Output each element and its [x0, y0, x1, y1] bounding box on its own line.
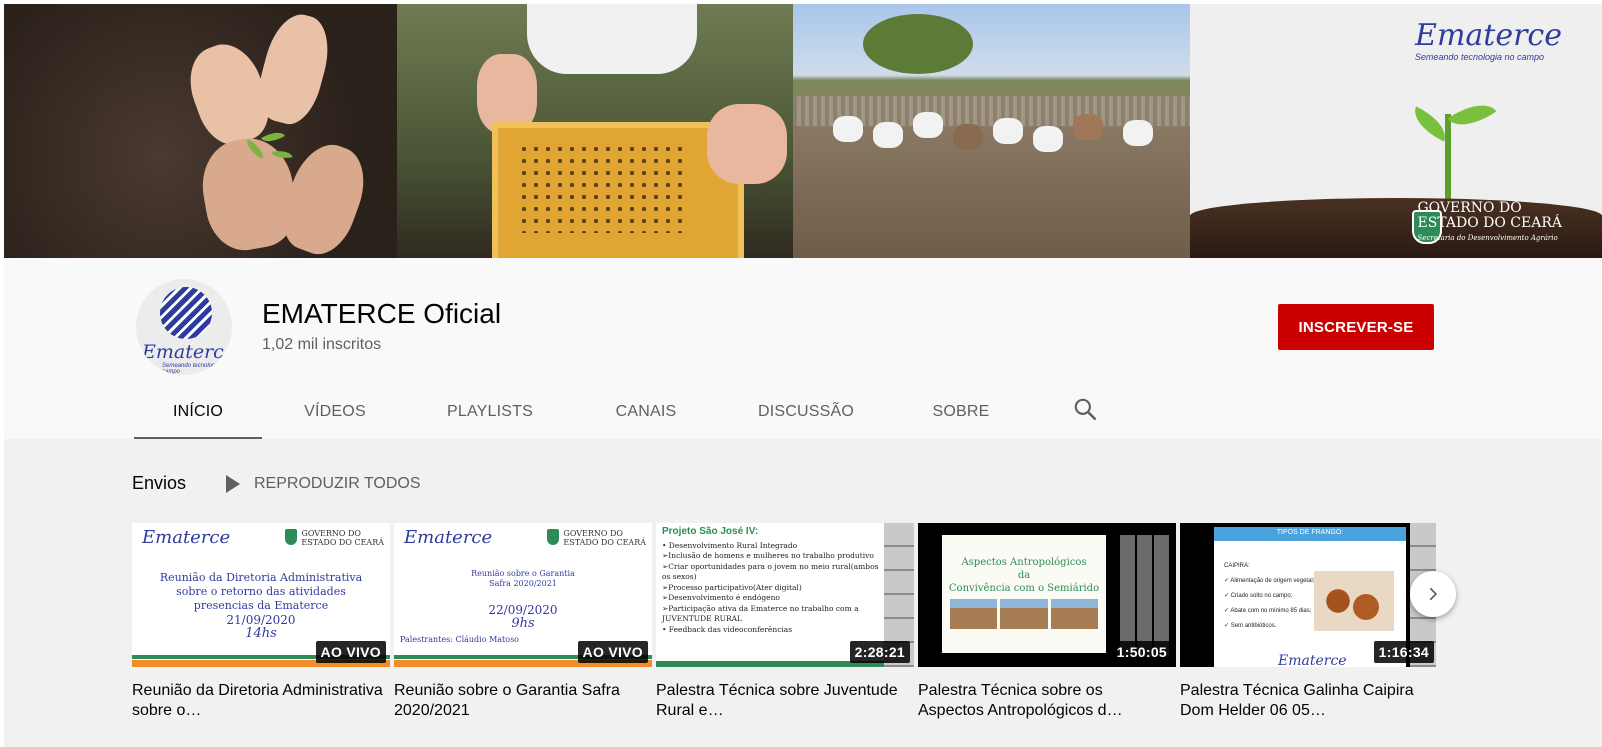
tab-canais[interactable]: CANAIS [572, 384, 720, 440]
video-card[interactable]: Ematerce GOVERNO DO ESTADO DO CEARÁ Reuni… [394, 523, 652, 721]
duration-badge: 1:16:34 [1373, 641, 1434, 663]
video-thumbnail[interactable]: TIPOS DE FRANGO: CAIPIRA: ✓ Alimentação … [1180, 523, 1436, 667]
video-thumbnail[interactable]: Projeto São José IV: • Desenvolvimento R… [656, 523, 914, 667]
channel-tabs: INÍCIO VÍDEOS PLAYLISTS CANAIS DISCUSSÃO… [134, 384, 1030, 440]
next-videos-button[interactable] [1410, 571, 1456, 617]
video-card[interactable]: TIPOS DE FRANGO: CAIPIRA: ✓ Alimentação … [1180, 523, 1436, 721]
tab-videos[interactable]: VÍDEOS [262, 384, 408, 440]
video-title[interactable]: Palestra Técnica Galinha Caipira Dom Hel… [1180, 681, 1434, 721]
chevron-right-icon [1429, 587, 1437, 601]
search-icon[interactable] [1072, 396, 1098, 422]
video-title[interactable]: Palestra Técnica sobre Juventude Rural e… [656, 681, 910, 721]
ematerce-logo-icon [160, 287, 212, 339]
duration-badge: 1:50:05 [1111, 641, 1172, 663]
webcam-grid [1120, 535, 1170, 657]
video-card[interactable]: Projeto São José IV: • Desenvolvimento R… [656, 523, 914, 721]
live-badge: AO VIVO [315, 641, 386, 663]
video-thumbnail[interactable]: Ematerce GOVERNO DO ESTADO DO CEARÁ Reuni… [132, 523, 390, 667]
video-title[interactable]: Reunião da Diretoria Administrativa sobr… [132, 681, 386, 721]
banner-brand-tagline: Semeando tecnologia no campo [1414, 52, 1544, 62]
tab-inicio[interactable]: INÍCIO [134, 384, 262, 440]
video-thumbnail[interactable]: Aspectos Antropológicos da Convivência c… [918, 523, 1176, 667]
play-icon [226, 475, 240, 493]
uploads-shelf: Envios REPRODUZIR TODOS Ematerce GOVERNO… [4, 439, 1602, 747]
video-title[interactable]: Palestra Técnica sobre os Aspectos Antro… [918, 681, 1172, 721]
video-row: Ematerce GOVERNO DO ESTADO DO CEARÁ Reuni… [132, 523, 1436, 747]
channel-name: EMATERCE Oficial [262, 298, 502, 329]
duration-badge: 2:28:21 [849, 641, 910, 663]
channel-page: Ematerce Semeando tecnologia no campo GO… [4, 4, 1602, 747]
banner-photo-hands-soil [4, 4, 397, 258]
banner-gov-text: GOVERNO DO ESTADO DO CEARÁ Secretaria do… [1417, 200, 1563, 243]
subscriber-count: 1,02 mil inscritos [262, 336, 382, 353]
banner-brand-panel: Ematerce Semeando tecnologia no campo GO… [1190, 4, 1602, 258]
subscribe-button[interactable]: INSCREVER-SE [1278, 304, 1434, 350]
video-title[interactable]: Reunião sobre o Garantia Safra 2020/2021 [394, 681, 648, 721]
banner-brand-logo: Ematerce [1415, 18, 1562, 53]
tab-sobre[interactable]: SOBRE [892, 384, 1030, 440]
shelf-title[interactable]: Envios [132, 473, 186, 494]
tab-discussao[interactable]: DISCUSSÃO [720, 384, 892, 440]
video-card[interactable]: Ematerce GOVERNO DO ESTADO DO CEARÁ Reuni… [132, 523, 390, 721]
play-all-label: REPRODUZIR TODOS [254, 475, 421, 492]
play-all-button[interactable]: REPRODUZIR TODOS [226, 475, 421, 493]
channel-avatar[interactable]: Ematerce Semeando tecnologia no campo [136, 279, 232, 375]
tab-playlists[interactable]: PLAYLISTS [408, 384, 572, 440]
banner-photo-beekeeping [397, 4, 793, 258]
live-badge: AO VIVO [577, 641, 648, 663]
video-thumbnail[interactable]: Ematerce GOVERNO DO ESTADO DO CEARÁ Reuni… [394, 523, 652, 667]
video-card[interactable]: Aspectos Antropológicos da Convivência c… [918, 523, 1176, 721]
channel-banner: Ematerce Semeando tecnologia no campo GO… [4, 4, 1602, 258]
banner-photo-goats [793, 4, 1190, 258]
